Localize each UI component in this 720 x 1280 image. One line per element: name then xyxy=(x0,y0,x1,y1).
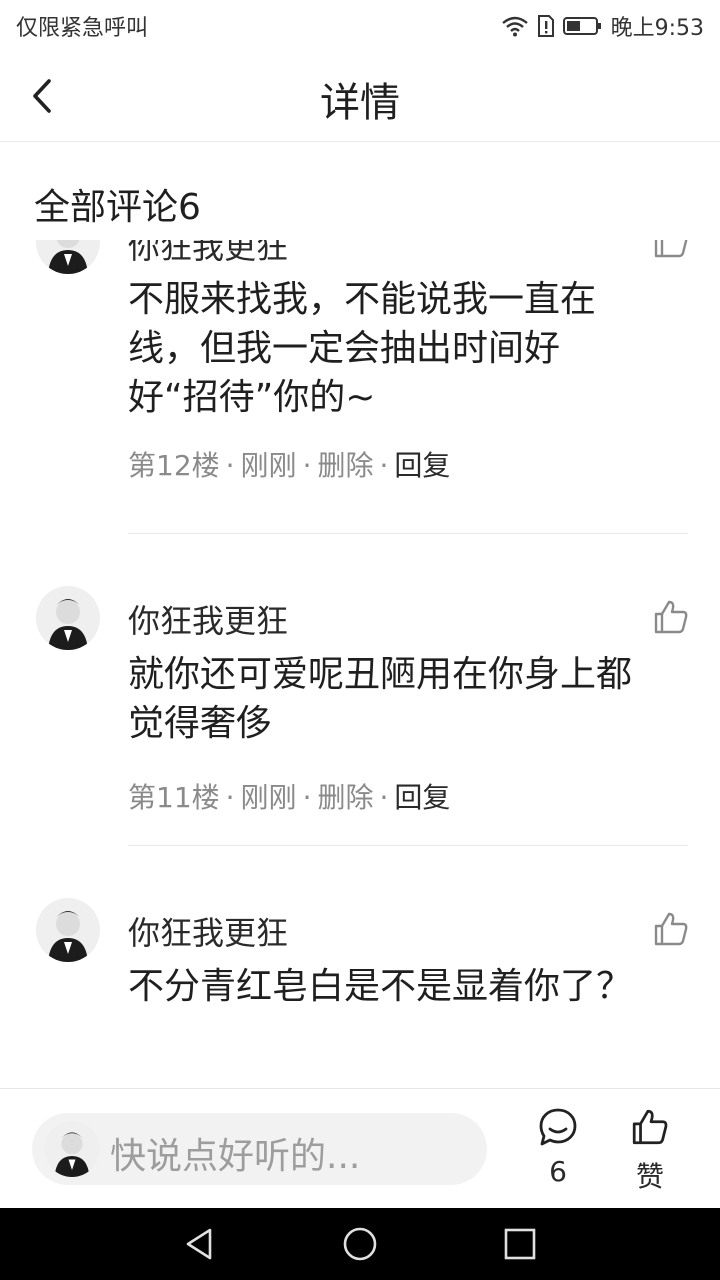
triangle-back-icon xyxy=(186,1228,212,1260)
like-post-button[interactable]: 赞 xyxy=(620,1103,680,1195)
comments-section-title: 全部评论6 xyxy=(34,187,201,228)
wifi-icon xyxy=(501,16,528,37)
carrier-text: 仅限紧急呼叫 xyxy=(16,16,149,41)
avatar[interactable] xyxy=(36,898,100,962)
circle-home-icon xyxy=(343,1227,377,1261)
like-button[interactable] xyxy=(652,910,690,948)
comment-time: 刚刚 xyxy=(240,781,297,814)
comment-meta: 第12楼 · 刚刚 · 删除 · 回复 xyxy=(128,449,451,482)
comment-input[interactable]: 快说点好听的... xyxy=(32,1113,487,1185)
input-placeholder: 快说点好听的... xyxy=(110,1136,361,1177)
like-button[interactable] xyxy=(652,598,690,636)
comment-text: 不服来找我，不能说我一直在线，但我一定会抽出时间好好“招待”你的~ xyxy=(128,279,597,418)
comment-author[interactable]: 你狂我更狂 xyxy=(128,908,288,954)
comments-button[interactable]: 6 xyxy=(530,1103,586,1195)
avatar xyxy=(44,1121,100,1177)
system-nav-bar xyxy=(0,1208,720,1280)
floor-label: 第11楼 xyxy=(128,781,220,814)
thumbs-up-icon xyxy=(654,912,688,946)
speech-bubble-icon xyxy=(539,1108,577,1146)
like-button[interactable] xyxy=(652,240,690,260)
thumbs-up-icon xyxy=(654,600,688,634)
system-back-button[interactable] xyxy=(180,1224,220,1264)
sim-alert-icon xyxy=(537,15,554,37)
system-recents-button[interactable] xyxy=(500,1224,540,1264)
floor-label: 第12楼 xyxy=(128,449,220,482)
avatar[interactable] xyxy=(36,586,100,650)
status-bar: 仅限紧急呼叫 晚上9:53 xyxy=(0,0,720,50)
bottom-action-bar: 快说点好听的... 6 赞 xyxy=(0,1088,720,1208)
comment-count: 6 xyxy=(549,1155,567,1188)
comment-list[interactable]: 你狂我更狂 不服来找我，不能说我一直在线，但我一定会抽出时间好好“招待”你的~ … xyxy=(0,240,720,1088)
delete-link[interactable]: 删除 xyxy=(317,449,373,482)
reply-link[interactable]: 回复 xyxy=(394,449,450,482)
system-home-button[interactable] xyxy=(340,1224,380,1264)
comment-author[interactable]: 你狂我更狂 xyxy=(128,596,288,642)
page-title: 详情 xyxy=(320,80,400,126)
comment-text: 就你还可爱呢丑陋用在你身上都觉得奢侈 xyxy=(128,654,633,744)
reply-link[interactable]: 回复 xyxy=(394,781,450,814)
thumbs-up-icon xyxy=(654,240,688,258)
like-label: 赞 xyxy=(635,1160,664,1193)
thumbs-up-icon xyxy=(632,1109,668,1145)
comment-text: 不分青红皂白是不是显着你了？ xyxy=(128,966,633,1007)
comment-meta: 第11楼 · 刚刚 · 删除 · 回复 xyxy=(128,781,451,814)
battery-icon xyxy=(562,17,601,35)
clock: 晚上9:53 xyxy=(610,16,704,41)
delete-link[interactable]: 删除 xyxy=(317,781,373,814)
comment-time: 刚刚 xyxy=(240,449,297,482)
nav-bar: 详情 xyxy=(0,50,720,142)
comment-author[interactable]: 你狂我更狂 xyxy=(128,240,288,268)
divider xyxy=(128,845,688,846)
divider xyxy=(128,533,688,534)
square-recents-icon xyxy=(504,1228,536,1260)
avatar[interactable] xyxy=(36,240,100,274)
